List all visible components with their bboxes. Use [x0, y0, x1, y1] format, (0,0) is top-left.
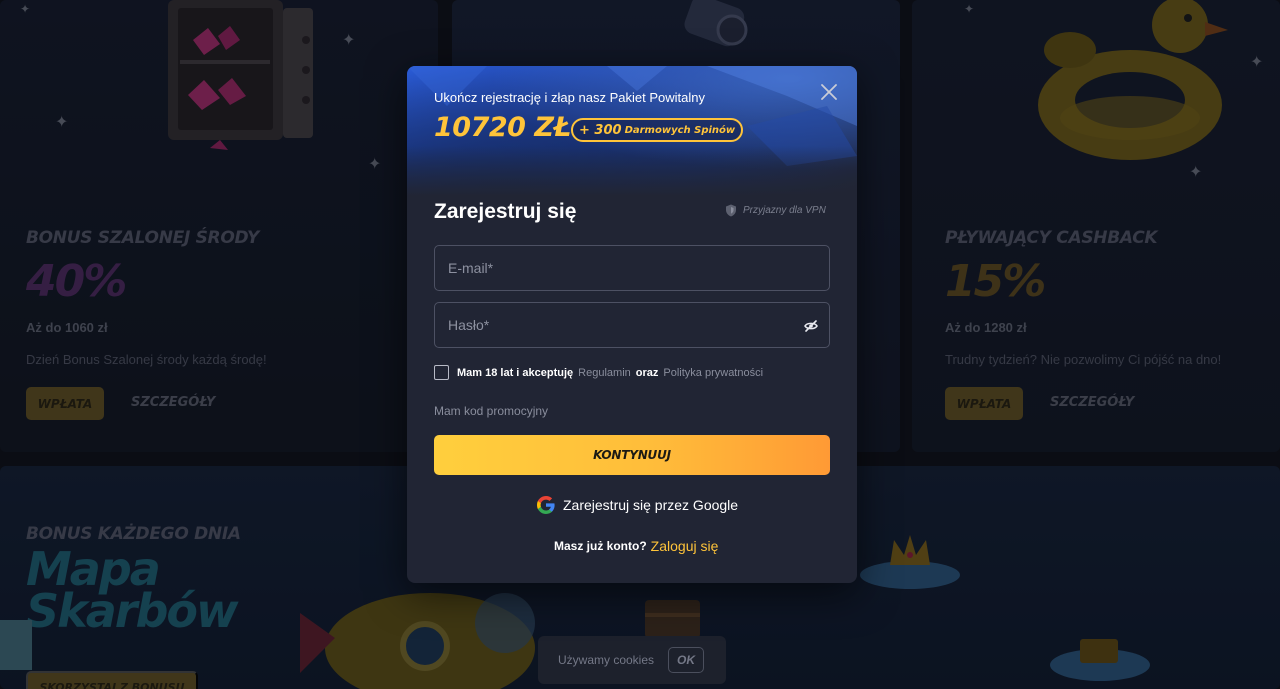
google-icon: [537, 496, 555, 514]
shield-icon: [726, 204, 736, 217]
spins-label: Darmowych Spinów: [624, 124, 736, 136]
close-icon: [821, 84, 837, 100]
terms-checkbox[interactable]: [434, 365, 449, 380]
vpn-friendly-badge: Przyjazny dla VPN: [725, 204, 826, 217]
cookie-ok-button[interactable]: OK: [668, 647, 705, 673]
banner-lead-text: Ukończ rejestrację i złap nasz Pakiet Po…: [434, 90, 705, 105]
privacy-policy-link[interactable]: Polityka prywatności: [663, 367, 763, 379]
login-link[interactable]: Zaloguj się: [651, 538, 719, 554]
terms-row: Mam 18 lat i akceptuję Regulamin oraz Po…: [434, 365, 763, 380]
email-field: [434, 245, 830, 291]
login-question: Masz już konto?: [554, 539, 647, 553]
continue-button[interactable]: KONTYNUUJ: [434, 435, 830, 475]
form-title: Zarejestruj się: [434, 200, 577, 223]
login-row: Masz już konto? Zaloguj się: [554, 538, 718, 554]
terms-and: oraz: [635, 366, 659, 379]
google-signup-button[interactable]: Zarejestruj się przez Google: [537, 496, 738, 514]
cookie-bar: Używamy cookies OK: [538, 636, 726, 684]
terms-regulations-link[interactable]: Regulamin: [578, 367, 631, 379]
spins-count: + 300: [579, 122, 622, 138]
eye-slash-icon: [804, 320, 818, 332]
vpn-label: Przyjazny dla VPN: [743, 205, 826, 216]
registration-modal: Ukończ rejestrację i złap nasz Pakiet Po…: [407, 66, 857, 583]
password-field: [434, 302, 830, 348]
google-signup-label: Zarejestruj się przez Google: [563, 497, 739, 513]
close-modal-button[interactable]: [817, 80, 841, 104]
toggle-password-visibility-button[interactable]: [801, 316, 821, 336]
cookie-text: Używamy cookies: [558, 653, 655, 667]
terms-prefix: Mam 18 lat i akceptuję: [457, 366, 574, 379]
bonus-amount: 10720 ZŁ: [434, 112, 571, 143]
promo-code-toggle[interactable]: Mam kod promocyjny: [434, 404, 548, 418]
email-input[interactable]: [435, 246, 829, 290]
free-spins-badge: + 300 Darmowych Spinów: [571, 118, 744, 142]
welcome-banner: Ukończ rejestrację i złap nasz Pakiet Po…: [407, 66, 857, 196]
password-input[interactable]: [435, 303, 829, 347]
